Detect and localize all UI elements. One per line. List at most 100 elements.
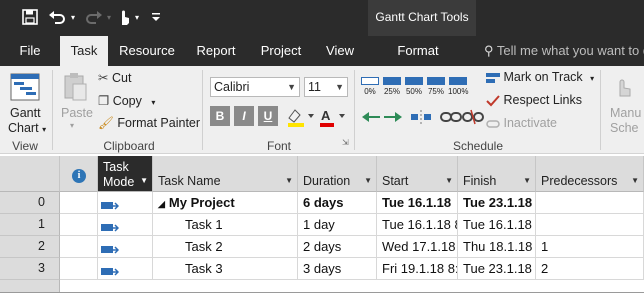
touch-mode-dropdown-icon[interactable]: ▾ bbox=[132, 6, 142, 28]
italic-button[interactable]: I bbox=[234, 106, 254, 126]
redo-dropdown-icon[interactable]: ▾ bbox=[104, 6, 114, 28]
split-task-icon[interactable] bbox=[410, 108, 432, 126]
task-mode-cell[interactable] bbox=[98, 236, 153, 258]
predecessors-cell[interactable]: 1 bbox=[536, 236, 644, 258]
scissors-icon: ✂ bbox=[98, 71, 109, 85]
font-name-combo[interactable]: Calibri ▼ bbox=[210, 77, 300, 97]
font-color-icon[interactable]: A bbox=[318, 106, 348, 128]
cut-button[interactable]: ✂ Cut bbox=[98, 70, 131, 85]
save-icon[interactable] bbox=[20, 6, 40, 28]
predecessors-column-header[interactable]: Predecessors ▼ bbox=[536, 156, 644, 192]
task-name-column-header[interactable]: Task Name ▼ bbox=[153, 156, 298, 192]
row-header[interactable]: 3 bbox=[0, 258, 60, 280]
predecessors-cell[interactable]: 2 bbox=[536, 258, 644, 280]
customize-qat-icon[interactable] bbox=[148, 6, 164, 28]
row-header[interactable]: 2 bbox=[0, 236, 60, 258]
indicators-cell bbox=[60, 192, 98, 214]
respect-links-button[interactable]: Respect Links bbox=[486, 93, 582, 107]
paste-icon[interactable] bbox=[62, 72, 88, 102]
undo-icon[interactable] bbox=[46, 6, 68, 28]
copy-button[interactable]: ❐ Copy ▾ bbox=[98, 93, 155, 108]
duration-cell[interactable]: 3 days bbox=[298, 258, 377, 280]
finish-cell[interactable]: Tue 23.1.18 1 bbox=[458, 258, 536, 280]
unlink-tasks-icon[interactable] bbox=[462, 108, 484, 126]
ribbon-separator bbox=[354, 70, 355, 150]
start-cell[interactable]: Tue 16.1.18 bbox=[377, 192, 458, 214]
highlight-color-icon[interactable] bbox=[286, 106, 316, 128]
redo-icon[interactable] bbox=[84, 6, 104, 28]
inactivate-button[interactable]: Inactivate bbox=[486, 116, 557, 130]
duration-cell[interactable]: 1 day bbox=[298, 214, 377, 236]
duration-cell[interactable]: 6 days bbox=[298, 192, 377, 214]
start-column-header[interactable]: Start ▼ bbox=[377, 156, 458, 192]
tab-format[interactable]: Format bbox=[392, 36, 444, 66]
indent-task-icon[interactable] bbox=[382, 108, 404, 126]
ribbon-separator bbox=[52, 70, 53, 150]
format-painter-button[interactable]: 🖌 Format Painter bbox=[98, 116, 200, 131]
paste-label[interactable]: Paste bbox=[61, 106, 93, 120]
start-cell[interactable]: Wed 17.1.18 bbox=[377, 236, 458, 258]
task-name-cell[interactable]: Task 3 bbox=[153, 258, 298, 280]
collapse-triangle-icon[interactable]: ◢ bbox=[158, 199, 165, 209]
underline-button[interactable]: U bbox=[258, 106, 278, 126]
percent-complete-75-button[interactable]: 75% bbox=[426, 75, 446, 97]
tab-report[interactable]: Report bbox=[190, 36, 242, 66]
manually-schedule-label-1[interactable]: Manu bbox=[610, 106, 641, 120]
percent-complete-50-button[interactable]: 50% bbox=[404, 75, 424, 97]
start-cell[interactable]: Tue 16.1.18 8 bbox=[377, 214, 458, 236]
row-header[interactable]: 0 bbox=[0, 192, 60, 214]
group-label-clipboard: Clipboard bbox=[103, 139, 155, 153]
manually-schedule-label-2[interactable]: Sche bbox=[610, 121, 639, 135]
touch-mode-icon[interactable] bbox=[116, 6, 132, 28]
predecessors-cell[interactable] bbox=[536, 192, 644, 214]
predecessors-cell[interactable] bbox=[536, 214, 644, 236]
task-name-cell[interactable]: Task 2 bbox=[153, 236, 298, 258]
paste-dropdown-icon[interactable]: ▾ bbox=[70, 121, 74, 130]
task-mode-cell[interactable] bbox=[98, 192, 153, 214]
chevron-down-icon: ▼ bbox=[523, 176, 531, 185]
percent-complete-100-button[interactable]: 100% bbox=[448, 75, 468, 97]
group-label-schedule: Schedule bbox=[452, 139, 504, 153]
outdent-task-icon[interactable] bbox=[360, 108, 382, 126]
percent-complete-25-button[interactable]: 25% bbox=[382, 75, 402, 97]
gantt-chart-label-1[interactable]: Gantt bbox=[10, 106, 41, 120]
tab-project[interactable]: Project bbox=[255, 36, 307, 66]
font-dialog-launcher-icon[interactable]: ⇲ bbox=[342, 138, 349, 147]
task-mode-cell[interactable] bbox=[98, 214, 153, 236]
manually-schedule-icon[interactable] bbox=[612, 72, 644, 102]
bold-button[interactable]: B bbox=[210, 106, 230, 126]
task-name-cell[interactable]: Task 1 bbox=[153, 214, 298, 236]
link-tasks-icon[interactable] bbox=[440, 108, 462, 126]
undo-dropdown-icon[interactable]: ▾ bbox=[68, 6, 78, 28]
duration-column-header[interactable]: Duration ▼ bbox=[298, 156, 377, 192]
ribbon-separator bbox=[202, 70, 203, 150]
auto-scheduled-icon bbox=[101, 219, 120, 235]
task-mode-column-header[interactable]: Task Mode ▼ bbox=[98, 156, 153, 192]
tell-me-search[interactable]: ⚲ Tell me what you want to do bbox=[480, 36, 644, 66]
font-size-combo[interactable]: 11 ▼ bbox=[304, 77, 348, 97]
chevron-down-icon: ▼ bbox=[445, 176, 453, 185]
tab-file[interactable]: File bbox=[8, 36, 52, 66]
gantt-chart-dropdown-icon: ▾ bbox=[42, 125, 47, 134]
select-all-corner[interactable] bbox=[0, 156, 60, 192]
tab-task[interactable]: Task bbox=[60, 36, 108, 66]
duration-cell[interactable]: 2 days bbox=[298, 236, 377, 258]
task-mode-cell[interactable] bbox=[98, 258, 153, 280]
gantt-chart-label-2[interactable]: Chart ▾ bbox=[8, 121, 46, 135]
mark-on-track-button[interactable]: Mark on Track ▾ bbox=[486, 70, 594, 84]
finish-cell[interactable]: Tue 16.1.18 1 bbox=[458, 214, 536, 236]
indicators-column-header[interactable]: i bbox=[60, 156, 98, 192]
percent-complete-0-button[interactable]: 0% bbox=[360, 75, 380, 97]
start-cell[interactable]: Fri 19.1.18 8: bbox=[377, 258, 458, 280]
group-label-font: Font bbox=[266, 139, 291, 153]
tab-resource[interactable]: Resource bbox=[116, 36, 178, 66]
row-header[interactable]: 1 bbox=[0, 214, 60, 236]
finish-cell[interactable]: Tue 23.1.18 bbox=[458, 192, 536, 214]
auto-scheduled-icon bbox=[101, 263, 120, 279]
tab-view[interactable]: View bbox=[320, 36, 360, 66]
auto-scheduled-icon bbox=[101, 241, 120, 257]
gantt-chart-icon[interactable] bbox=[10, 72, 40, 102]
finish-column-header[interactable]: Finish ▼ bbox=[458, 156, 536, 192]
finish-cell[interactable]: Thu 18.1.18 1 bbox=[458, 236, 536, 258]
task-name-cell[interactable]: ◢ My Project bbox=[153, 192, 298, 214]
